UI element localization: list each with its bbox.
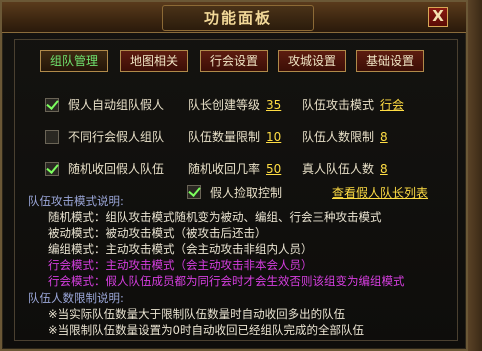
attack-desc-heading: 队伍攻击模式说明: bbox=[28, 194, 124, 208]
tab-guild-settings[interactable]: 行会设置 bbox=[200, 50, 268, 72]
attack-desc-line: 行会模式：主动攻击模式（会主动攻击非本会人员） bbox=[48, 258, 313, 272]
tab-basic-settings[interactable]: 基础设置 bbox=[356, 50, 424, 72]
close-button[interactable]: X bbox=[428, 7, 448, 27]
real-member-label: 真人队伍人数 bbox=[302, 162, 375, 176]
team-limit-value[interactable]: 10 bbox=[266, 130, 281, 144]
leader-level-label: 队长创建等级 bbox=[188, 98, 261, 112]
random-recall-checkbox[interactable] bbox=[45, 162, 59, 176]
diff-guild-label: 不同行会假人组队 bbox=[68, 130, 165, 144]
leader-level-value[interactable]: 35 bbox=[266, 98, 281, 112]
team-limit-label: 队伍数量限制 bbox=[188, 130, 261, 144]
attack-desc-line: 编组模式：主动攻击模式（会主动攻击非组内人员） bbox=[48, 242, 313, 256]
attack-desc-line: 随机模式：组队攻击模式随机变为被动、编组、行会三种攻击模式 bbox=[48, 210, 382, 224]
member-limit-label: 队伍人数限制 bbox=[302, 130, 375, 144]
auto-team-label: 假人自动组队假人 bbox=[68, 98, 165, 112]
real-member-value[interactable]: 8 bbox=[380, 162, 388, 176]
recall-chance-label: 随机收回几率 bbox=[188, 162, 261, 176]
window-title: 功能面板 bbox=[162, 5, 314, 31]
member-desc-heading: 队伍人数限制说明: bbox=[28, 291, 124, 305]
tab-siege-settings[interactable]: 攻城设置 bbox=[278, 50, 346, 72]
auto-team-checkbox[interactable] bbox=[45, 98, 59, 112]
member-desc-line: ※当限制队伍数量设置为0时自动收回已经组队完成的全部队伍 bbox=[48, 323, 364, 337]
tab-team-management[interactable]: 组队管理 bbox=[40, 50, 108, 72]
attack-desc-line: 被动模式：被动攻击模式（被攻击后还击） bbox=[48, 226, 267, 240]
diff-guild-checkbox[interactable] bbox=[45, 130, 59, 144]
function-panel-window: 功能面板 X 组队管理 地图相关 行会设置 攻城设置 基础设置 假人自动组队假人… bbox=[0, 0, 468, 351]
pickup-control-checkbox[interactable] bbox=[187, 185, 201, 199]
background-edge bbox=[468, 0, 482, 351]
random-recall-label: 随机收回假人队伍 bbox=[68, 162, 165, 176]
member-limit-value[interactable]: 8 bbox=[380, 130, 388, 144]
title-bar[interactable]: 功能面板 X bbox=[2, 2, 466, 33]
view-leader-list-link[interactable]: 查看假人队长列表 bbox=[332, 186, 428, 200]
pickup-control-label: 假人捡取控制 bbox=[210, 186, 283, 200]
attack-mode-label: 队伍攻击模式 bbox=[302, 98, 375, 112]
attack-mode-value[interactable]: 行会 bbox=[380, 98, 404, 112]
attack-desc-line: 行会模式：假人队伍成员都为同行会时才会生效否则该组变为编组模式 bbox=[48, 274, 405, 288]
recall-chance-value[interactable]: 50 bbox=[266, 162, 281, 176]
member-desc-line: ※当实际队伍数量大于限制队伍数量时自动收回多出的队伍 bbox=[48, 307, 346, 321]
tab-map[interactable]: 地图相关 bbox=[120, 50, 188, 72]
